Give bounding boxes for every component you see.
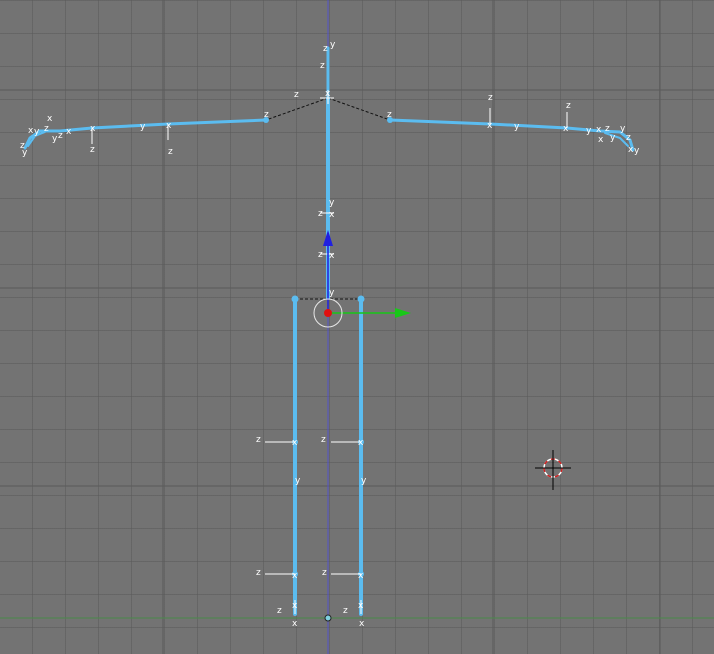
axis-label-y: y (34, 127, 40, 137)
axis-label-z: z (256, 568, 261, 578)
axis-label-z: z (343, 606, 348, 616)
axis-label-x: x (292, 601, 298, 611)
3d-viewport[interactable]: z y z z x y z x z x y z x y z x z x z y … (0, 0, 714, 654)
axis-label-x: x (358, 601, 364, 611)
axis-label-y: y (329, 288, 335, 298)
axis-label-x: x (90, 124, 96, 134)
axis-label-y: y (610, 133, 616, 143)
axis-label-z: z (168, 147, 173, 157)
axis-label-z: z (387, 110, 392, 120)
3d-cursor-icon[interactable] (535, 450, 571, 490)
axis-label-y: y (295, 476, 301, 486)
axis-label-x: x (358, 571, 364, 581)
major-grid (0, 0, 714, 654)
axis-label-z: z (320, 61, 325, 71)
axis-label-y: y (514, 122, 520, 132)
axis-label-y: y (586, 126, 592, 136)
axis-label-x: x (487, 121, 493, 131)
axis-label-x: x (359, 619, 365, 629)
manipulator-z-arrow-icon[interactable] (323, 230, 333, 246)
axis-label-z: z (90, 145, 95, 155)
axis-label-y: y (330, 40, 336, 50)
axis-label-x: x (358, 438, 364, 448)
axis-label-z: z (322, 568, 327, 578)
armature[interactable] (23, 46, 635, 616)
axis-label-z: z (626, 133, 631, 143)
axis-label-z: z (44, 124, 49, 134)
axis-label-x: x (596, 125, 602, 135)
axis-label-z: z (318, 209, 323, 219)
axis-label-z: z (321, 435, 326, 445)
axis-label-y: y (634, 146, 640, 156)
axis-label-x: x (329, 210, 335, 220)
axis-label-z: z (318, 250, 323, 260)
axis-label-x: x (292, 438, 298, 448)
manipulator-x-arrow-icon[interactable] (395, 308, 411, 318)
axis-label-z: z (294, 90, 299, 100)
axis-label-x: x (563, 124, 569, 134)
axis-label-y: y (22, 148, 28, 158)
axis-label-z: z (277, 606, 282, 616)
axis-label-z: z (488, 93, 493, 103)
axis-label-x: x (28, 126, 34, 136)
axis-label-x: x (325, 89, 331, 99)
pivot-point-icon (324, 309, 332, 317)
axis-label-z: z (566, 101, 571, 111)
joint-hip-right[interactable] (357, 295, 365, 303)
axis-label-z: z (264, 110, 269, 120)
axis-label-x: x (66, 127, 72, 137)
axis-label-z: z (58, 131, 63, 141)
axis-label-x: x (292, 571, 298, 581)
axis-label-x: x (329, 251, 335, 261)
axis-label-x: x (166, 121, 172, 131)
axis-label-y: y (361, 476, 367, 486)
axis-label-x: x (292, 619, 298, 629)
transform-manipulator[interactable] (313, 230, 411, 328)
axis-label-y: y (140, 122, 146, 132)
axis-label-y: y (329, 198, 335, 208)
origin-point[interactable] (324, 614, 332, 622)
axis-label-z: z (323, 44, 328, 54)
axis-label-x: x (47, 114, 53, 124)
axis-label-x: x (598, 135, 604, 145)
joint-hip-left[interactable] (291, 295, 299, 303)
axis-label-z: z (256, 435, 261, 445)
